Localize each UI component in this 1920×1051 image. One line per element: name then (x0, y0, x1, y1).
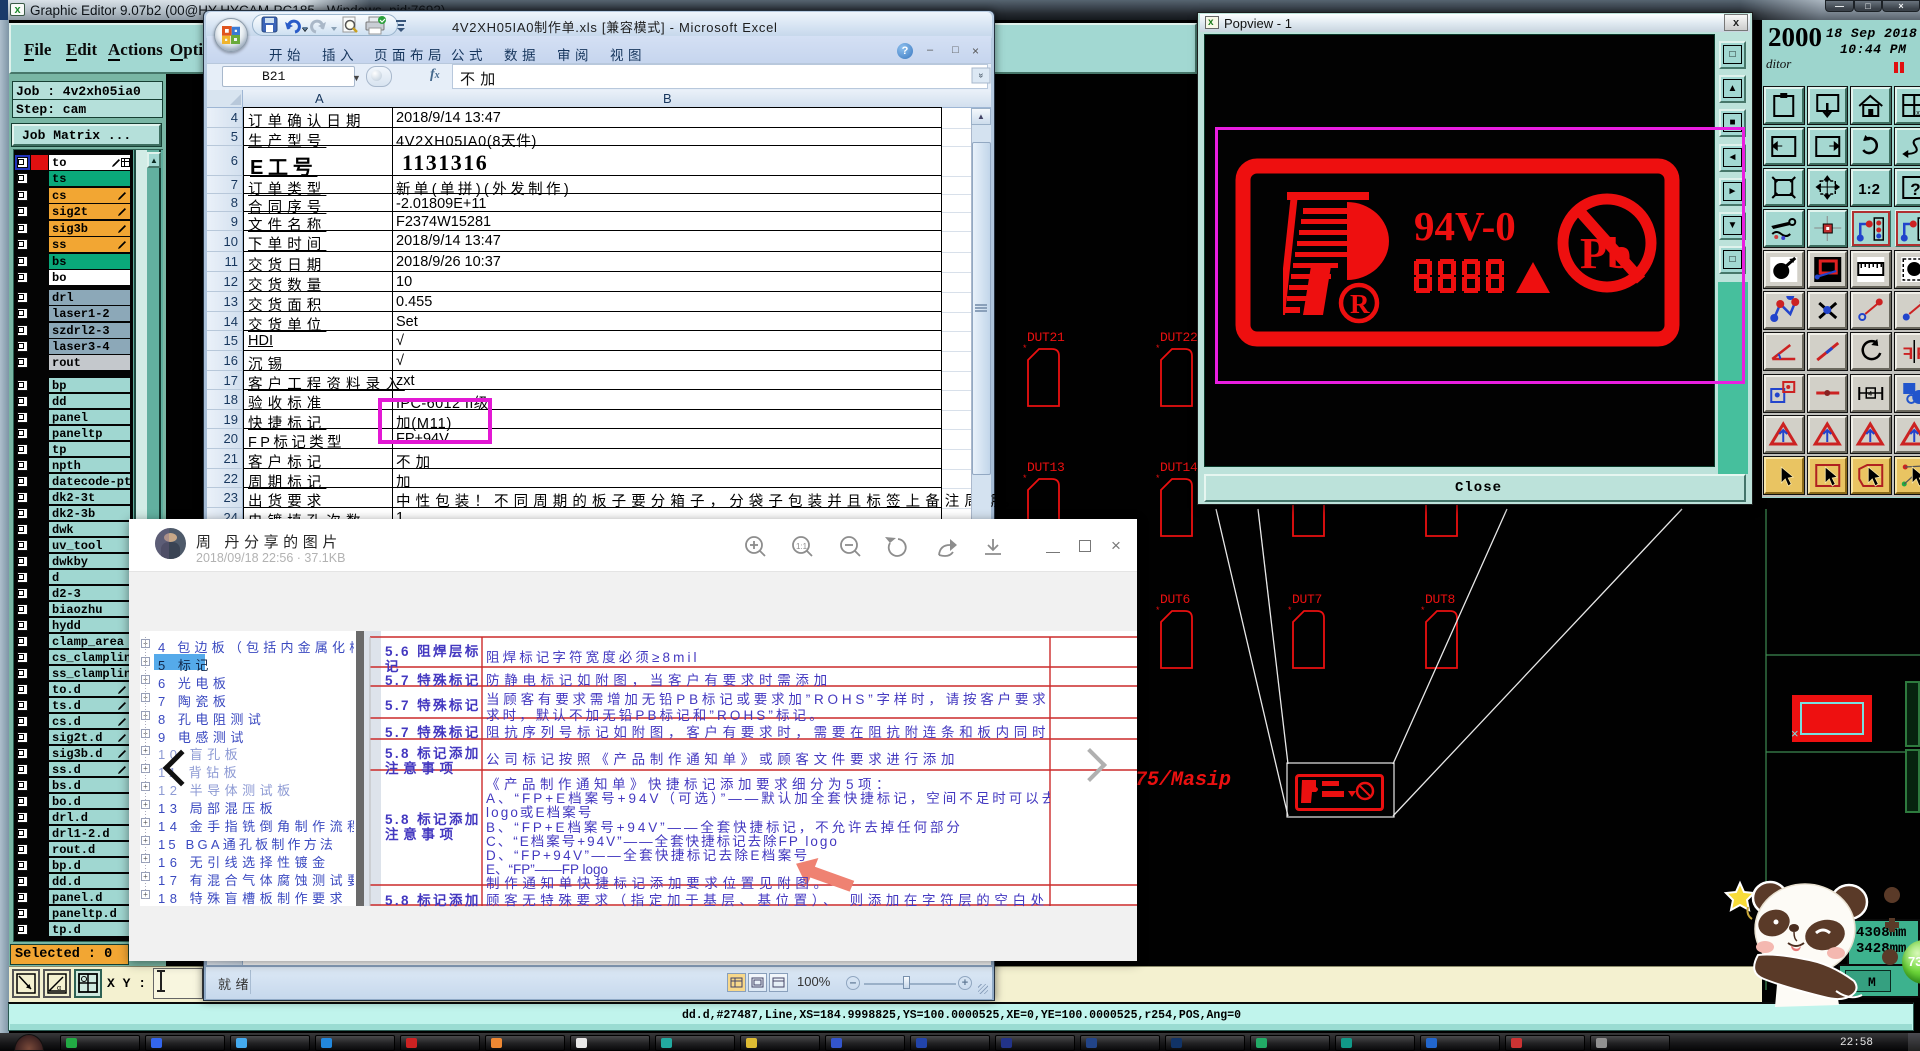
svg-text:94V-0: 94V-0 (1414, 203, 1516, 249)
svg-text:R: R (1350, 289, 1370, 319)
